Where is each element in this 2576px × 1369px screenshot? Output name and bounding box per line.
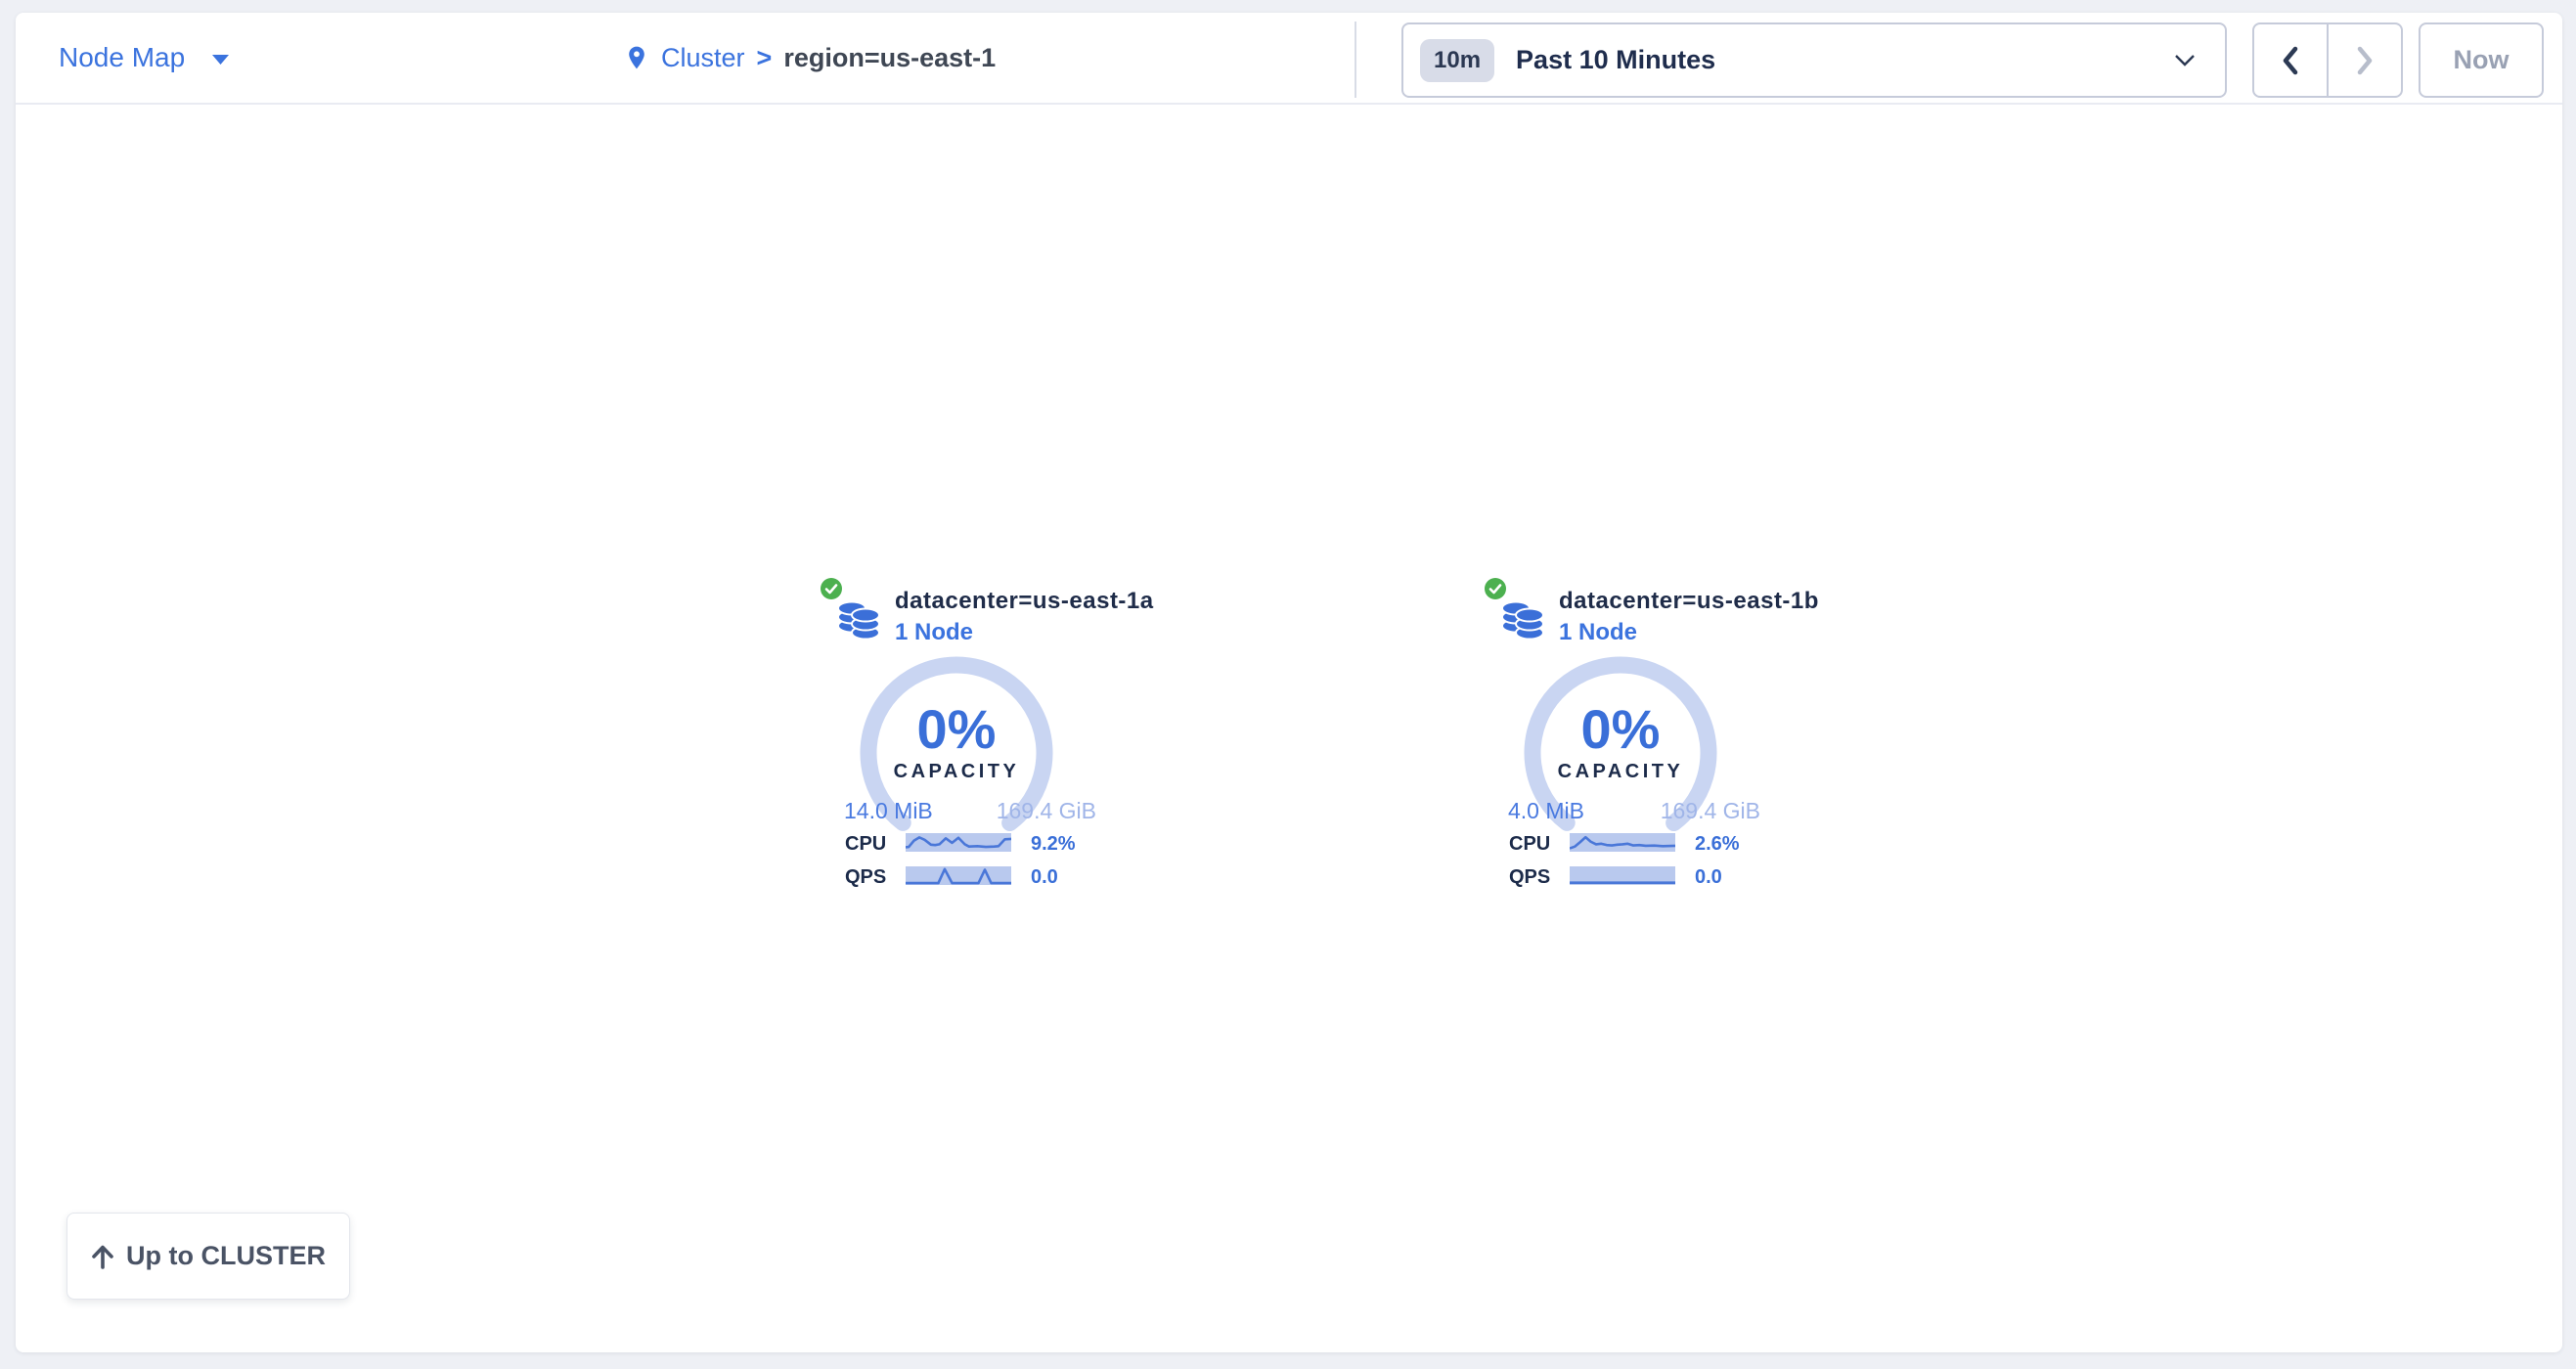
chevron-right-icon — [2356, 46, 2374, 75]
cpu-sparkline — [1570, 833, 1675, 852]
breadcrumb-cluster-link[interactable]: Cluster — [661, 43, 745, 73]
breadcrumb-current: region=us-east-1 — [783, 43, 996, 73]
cpu-label: CPU — [845, 833, 886, 856]
qps-label: QPS — [1509, 866, 1550, 889]
datacenter-database-icon — [1500, 595, 1545, 640]
capacity-values: 14.0 MiB 169.4 GiB — [844, 798, 1096, 824]
qps-metric-row: QPS 0.0 — [1509, 866, 1767, 886]
datacenter-database-icon — [836, 595, 881, 640]
chevron-down-icon — [2174, 54, 2196, 67]
qps-value: 0.0 — [1695, 866, 1722, 889]
cpu-label: CPU — [1509, 833, 1550, 856]
capacity-label: CAPACITY — [854, 761, 1059, 783]
node-count-label: 1 Node — [895, 619, 973, 646]
node-count-label: 1 Node — [1559, 619, 1637, 646]
prev-time-button[interactable] — [2254, 24, 2327, 96]
cpu-metric-row: CPU 9.2% — [845, 833, 1103, 853]
qps-metric-row: QPS 0.0 — [845, 866, 1103, 886]
time-pager — [2252, 22, 2403, 98]
datacenter-title: datacenter=us-east-1a — [895, 588, 1154, 615]
capacity-total: 169.4 GiB — [1661, 798, 1760, 824]
capacity-percent: 0% — [854, 702, 1059, 757]
app-panel: Node Map Cluster > region=us-east-1 10m … — [16, 13, 2562, 1352]
time-range-dropdown[interactable]: 10m Past 10 Minutes — [1401, 22, 2227, 98]
arrow-up-icon — [91, 1244, 114, 1269]
cpu-value: 9.2% — [1031, 833, 1076, 856]
qps-label: QPS — [845, 866, 886, 889]
next-time-button[interactable] — [2327, 24, 2401, 96]
qps-sparkline — [906, 866, 1011, 885]
location-pin-icon — [624, 42, 649, 73]
capacity-used: 14.0 MiB — [844, 798, 933, 824]
capacity-used: 4.0 MiB — [1508, 798, 1584, 824]
datacenter-title: datacenter=us-east-1b — [1559, 588, 1819, 615]
view-mode-dropdown[interactable]: Node Map — [59, 13, 229, 103]
node-map-canvas: datacenter=us-east-1a 1 Node 0% CAPACITY… — [16, 105, 2562, 1350]
capacity-percent: 0% — [1518, 702, 1723, 757]
header-divider — [1355, 22, 1356, 98]
caret-down-icon — [212, 55, 229, 65]
time-range-badge: 10m — [1420, 39, 1494, 82]
view-mode-label: Node Map — [59, 42, 185, 73]
cpu-value: 2.6% — [1695, 833, 1740, 856]
cpu-metric-row: CPU 2.6% — [1509, 833, 1767, 853]
datacenter-card-us-east-1b[interactable]: datacenter=us-east-1b 1 Node 0% CAPACITY… — [1482, 575, 1775, 898]
qps-sparkline — [1570, 866, 1675, 885]
chevron-left-icon — [2282, 46, 2299, 75]
breadcrumb: Cluster > region=us-east-1 — [624, 13, 996, 103]
breadcrumb-separator: > — [757, 43, 773, 73]
up-to-cluster-label: Up to CLUSTER — [126, 1241, 326, 1271]
datacenter-card-us-east-1a[interactable]: datacenter=us-east-1a 1 Node 0% CAPACITY… — [818, 575, 1111, 898]
up-to-cluster-button[interactable]: Up to CLUSTER — [67, 1213, 350, 1300]
header-bar: Node Map Cluster > region=us-east-1 10m … — [16, 13, 2562, 105]
time-range-label: Past 10 Minutes — [1516, 45, 1715, 75]
cpu-sparkline — [906, 833, 1011, 852]
qps-value: 0.0 — [1031, 866, 1058, 889]
capacity-values: 4.0 MiB 169.4 GiB — [1508, 798, 1760, 824]
now-button[interactable]: Now — [2419, 22, 2544, 98]
capacity-total: 169.4 GiB — [997, 798, 1096, 824]
capacity-label: CAPACITY — [1518, 761, 1723, 783]
